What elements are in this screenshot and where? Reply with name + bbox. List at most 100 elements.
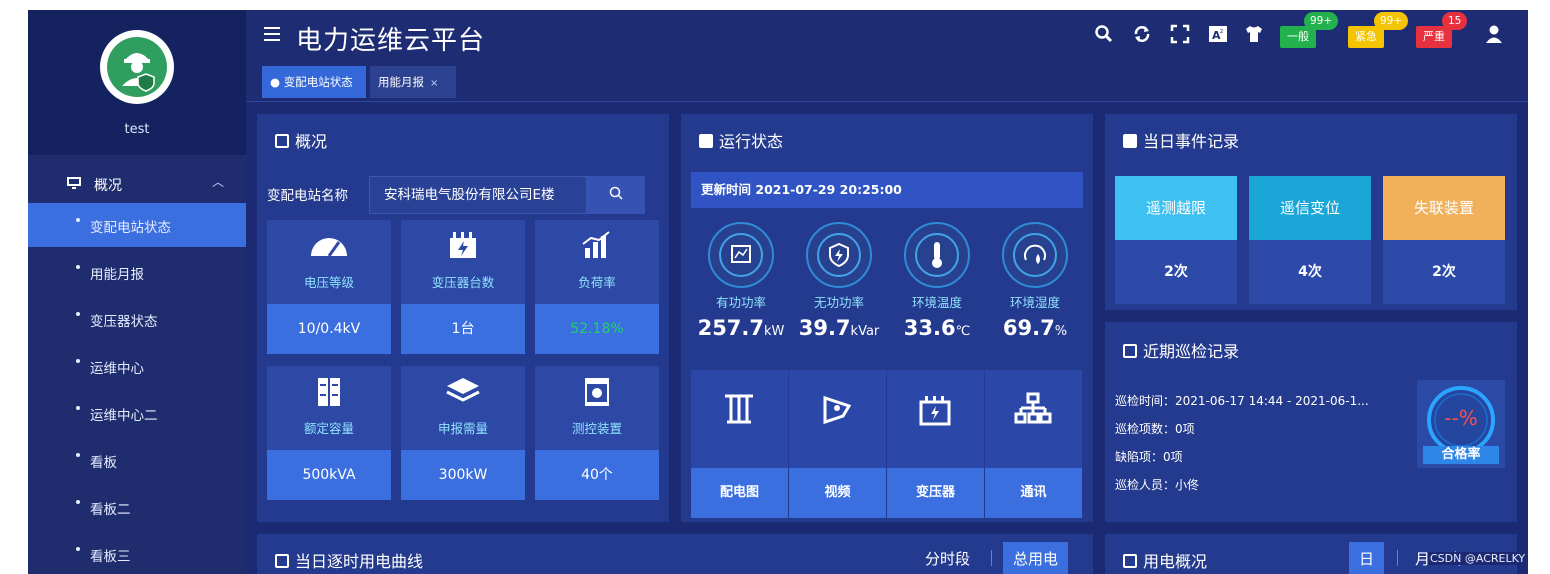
clipboard-icon <box>1123 134 1137 148</box>
gauge-env-temperature: 环境温度 33.6℃ <box>881 222 979 358</box>
card-value: 500kVA <box>267 450 391 500</box>
chevron-up-icon: ︿ <box>211 175 224 189</box>
sidebar-item-label: 运维中心二 <box>90 408 158 424</box>
card-control-devices: 测控装置 40个 <box>535 366 659 502</box>
sidebar-item-board[interactable]: 看板 <box>28 438 246 482</box>
battery-icon <box>919 396 951 426</box>
menu-group-label: 概况 <box>94 178 122 194</box>
events-title: 当日事件记录 <box>1123 128 1239 152</box>
card-value: 52.18% <box>535 304 659 354</box>
inspection-defects: 缺陷项：0项 <box>1115 450 1183 464</box>
sidebar-item-board-2[interactable]: 看板二 <box>28 485 246 529</box>
avatar[interactable] <box>100 30 174 104</box>
sidebar-item-label: 看板 <box>90 455 117 471</box>
event-signal-change[interactable]: 遥信变位 4次 <box>1249 176 1371 304</box>
monitor-icon <box>67 177 81 189</box>
alert-urgent-count: 99+ <box>1374 12 1409 30</box>
event-offline-device[interactable]: 失联装置 2次 <box>1383 176 1505 304</box>
refresh-icon[interactable] <box>1132 24 1152 44</box>
running-status-panel: 运行状态 更新时间 2021-07-29 20:25:00 有功功率 257.7… <box>681 114 1093 522</box>
inspection-items: 巡检项数：0项 <box>1115 422 1195 436</box>
sidebar-item-ops-center[interactable]: 运维中心 <box>28 344 246 388</box>
menu-toggle-icon[interactable] <box>264 27 282 43</box>
sidebar-item-label: 运维中心 <box>90 361 144 377</box>
overview-panel: 概况 变配电站名称 安科瑞电气股份有限公司E楼 电压等级 10/0.4kV 变压… <box>257 114 669 522</box>
event-telemetry-limit[interactable]: 遥测越限 2次 <box>1115 176 1237 304</box>
station-label: 变配电站名称 <box>267 188 348 204</box>
humidity-icon <box>1024 244 1046 264</box>
camera-icon <box>823 395 852 425</box>
usage-overview-title: 用电概况 <box>1123 548 1207 572</box>
segment-time-period[interactable]: 分时段 <box>925 548 970 569</box>
pass-rate-badge: --% 合格率 <box>1417 380 1505 468</box>
sidebar-item-monthly-report[interactable]: 用能月报 <box>28 250 246 294</box>
cabinet-icon <box>318 378 340 406</box>
card-value: 40个 <box>535 450 659 500</box>
chart-icon <box>699 134 713 148</box>
station-search-button[interactable] <box>587 176 645 214</box>
transformer-icon <box>450 232 476 258</box>
events-panel: 当日事件记录 遥测越限 2次 遥信变位 4次 失联装置 2次 <box>1105 114 1517 310</box>
sidebar-item-ops-center-2[interactable]: 运维中心二 <box>28 391 246 435</box>
sidebar-item-station-status[interactable]: 变配电站状态 <box>28 203 246 247</box>
layers-icon <box>446 378 480 402</box>
sidebar-item-label: 变配电站状态 <box>90 220 171 236</box>
svg-text:z: z <box>1220 28 1223 35</box>
inspection-title: 近期巡检记录 <box>1123 338 1239 362</box>
gauge-reactive-power: 无功功率 39.7kVar <box>783 222 881 358</box>
card-value: 10/0.4kV <box>267 304 391 354</box>
network-icon <box>1014 392 1052 424</box>
card-load-rate: 负荷率 52.18% <box>535 220 659 356</box>
gauge-env-humidity: 环境湿度 69.7% <box>979 222 1077 358</box>
card-rated-capacity: 额定容量 500kVA <box>267 366 391 502</box>
sidebar-item-transformer-status[interactable]: 变压器状态 <box>28 297 246 341</box>
shield-bolt-icon <box>829 242 849 268</box>
pass-rate-value: --% <box>1444 406 1478 430</box>
tab-station-status[interactable]: ● 变配电站状态 <box>262 66 366 98</box>
function-communication[interactable]: 通讯 <box>985 370 1082 518</box>
pass-rate-label: 合格率 <box>1441 447 1481 462</box>
font-size-icon[interactable]: Az <box>1208 24 1228 44</box>
close-icon[interactable]: × <box>430 78 438 89</box>
card-value: 1台 <box>401 304 525 354</box>
distribution-icon <box>725 394 753 424</box>
sidebar-item-board-3[interactable]: 看板三 <box>28 532 246 574</box>
alert-general-count: 99+ <box>1304 12 1339 30</box>
theme-shirt-icon[interactable] <box>1244 24 1264 44</box>
segment-total-usage[interactable]: 总用电 <box>1003 542 1069 574</box>
line-chart-icon <box>731 245 751 263</box>
watermark: CSDN @ACRELKY <box>1428 552 1528 565</box>
fullscreen-icon[interactable] <box>1170 24 1190 44</box>
function-video[interactable]: 视频 <box>789 370 886 518</box>
menu-group-overview[interactable]: 概况 ︿ <box>28 165 246 203</box>
tab-monthly-report[interactable]: 用能月报 × <box>370 66 456 98</box>
card-value: 300kW <box>401 450 525 500</box>
book-icon <box>1123 344 1137 358</box>
running-title: 运行状态 <box>699 128 783 152</box>
sidebar: test 概况 ︿ 变配电站状态 用能月报 变压器状态 运维中心 运维中心二 看… <box>28 10 246 574</box>
sidebar-item-label: 用能月报 <box>90 267 144 283</box>
header: 电力运维云平台 ● 变配电站状态 用能月报 × Az 一般 99+ 紧急 99+ … <box>246 10 1528 102</box>
profile-area: test <box>28 10 246 155</box>
app-window: test 概况 ︿ 变配电站状态 用能月报 变压器状态 运维中心 运维中心二 看… <box>28 10 1528 574</box>
tab-label: 用能月报 <box>378 75 424 89</box>
update-time-bar: 更新时间 2021-07-29 20:25:00 <box>691 172 1083 208</box>
function-transformer[interactable]: 变压器 <box>887 370 984 518</box>
function-distribution-diagram[interactable]: 配电图 <box>691 370 788 518</box>
page-title: 电力运维云平台 <box>296 26 486 56</box>
search-icon <box>609 186 623 200</box>
hourly-curve-title: 当日逐时用电曲线 <box>275 548 423 572</box>
search-icon[interactable] <box>1094 24 1114 44</box>
tab-label: ● 变配电站状态 <box>270 75 353 89</box>
user-icon[interactable] <box>1484 24 1504 44</box>
username: test <box>124 122 150 137</box>
inspection-panel: 近期巡检记录 巡检时间：2021-06-17 14:44 - 2021-06-1… <box>1105 322 1517 522</box>
alert-label: 紧急 <box>1355 30 1377 43</box>
alert-severe-count: 15 <box>1442 12 1468 30</box>
gauge-active-power: 有功功率 257.7kW <box>685 222 784 358</box>
sidebar-item-label: 看板三 <box>90 549 131 565</box>
station-select[interactable]: 安科瑞电气股份有限公司E楼 <box>369 176 587 214</box>
sidebar-item-label: 变压器状态 <box>90 314 158 330</box>
overview-title: 概况 <box>275 128 327 152</box>
segment-day[interactable]: 日 <box>1349 542 1385 574</box>
